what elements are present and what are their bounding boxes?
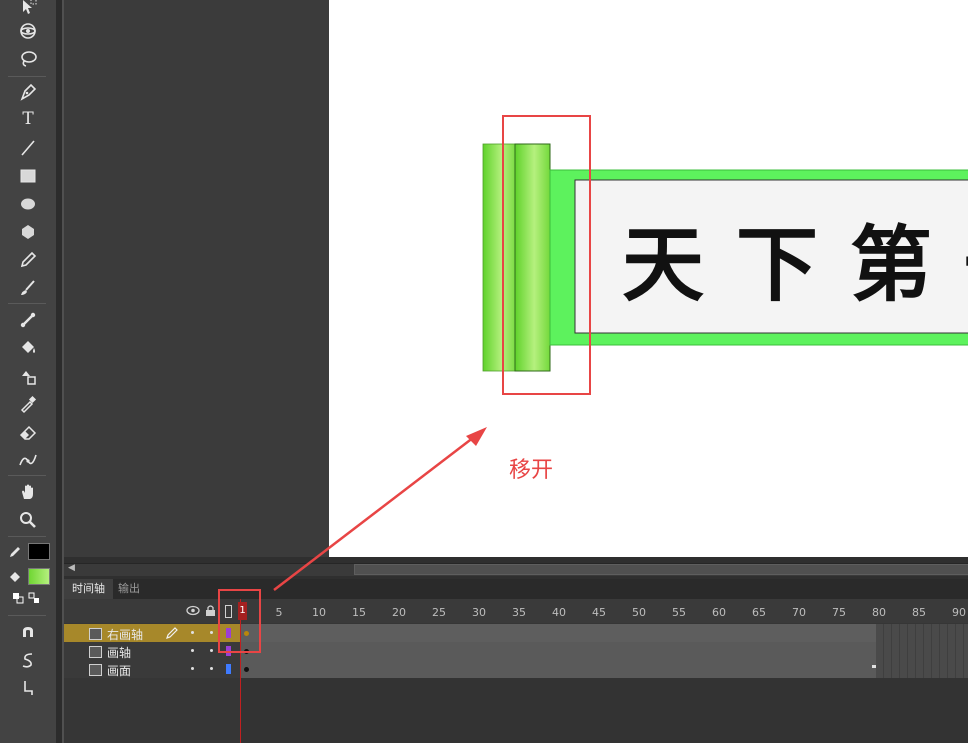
- annotation-arrow: [273, 427, 487, 591]
- annotation-label: 移开: [509, 458, 554, 483]
